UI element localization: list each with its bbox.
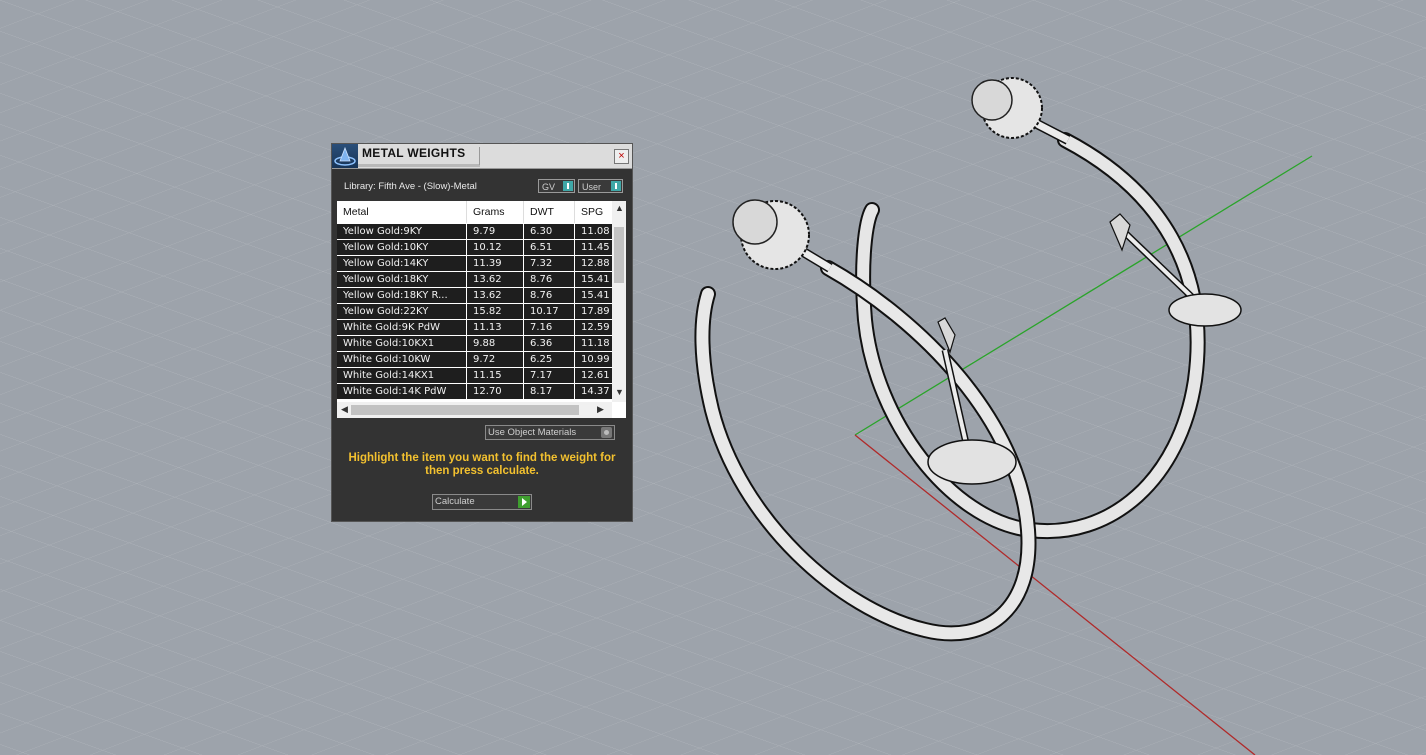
grams-cell: 13.62 [467, 272, 524, 287]
vertical-scroll-thumb[interactable] [614, 227, 624, 283]
title-separator [479, 147, 480, 165]
metal-cell: White Gold:10KW [337, 352, 467, 367]
dwt-cell: 7.16 [524, 320, 575, 335]
table-row[interactable]: Yellow Gold:9KY 9.79 6.30 11.08 [337, 224, 612, 239]
spg-cell: 11.18 [581, 338, 610, 349]
dwt-cell: 8.17 [524, 384, 575, 399]
scroll-right-arrow-icon[interactable]: ▶ [597, 404, 604, 415]
table-row[interactable]: Yellow Gold:10KY 10.12 6.51 11.45 [337, 240, 612, 255]
grams-cell: 11.13 [467, 320, 524, 335]
grams-cell: 10.12 [467, 240, 524, 255]
spg-cell: 11.08 [581, 226, 610, 237]
gv-toggle[interactable]: GV [538, 179, 575, 193]
dwt-cell: 8.76 [524, 288, 575, 303]
toggle-switch-icon [563, 181, 573, 191]
metal-cell: Yellow Gold:22KY [337, 304, 467, 319]
spg-cell: 11.45 [581, 242, 610, 253]
table-row[interactable]: White Gold:14KX1 11.15 7.17 12.61 [337, 368, 612, 383]
instruction-text: Highlight the item you want to find the … [348, 452, 616, 477]
grams-cell: 15.82 [467, 304, 524, 319]
scroll-down-arrow-icon[interactable]: ▼ [615, 387, 624, 397]
metal-cell: Yellow Gold:14KY [337, 256, 467, 271]
user-toggle-label: User [582, 182, 602, 192]
grams-cell: 13.62 [467, 288, 524, 303]
spg-cell: 14.37 [581, 386, 610, 397]
table-row[interactable]: White Gold:10KX1 9.88 6.36 11.18 [337, 336, 612, 351]
metal-cell: White Gold:14KX1 [337, 368, 467, 383]
panel-title: METAL WEIGHTS [362, 146, 466, 160]
dwt-cell: 10.17 [524, 304, 575, 319]
spg-cell: 12.59 [581, 322, 610, 333]
table-row[interactable]: Yellow Gold:18KY R... 13.62 8.76 15.41 [337, 288, 612, 303]
spg-cell: 12.61 [581, 370, 610, 381]
grams-cell: 11.15 [467, 368, 524, 383]
metal-cell: White Gold:9K PdW [337, 320, 467, 335]
column-header-metal[interactable]: Metal [337, 201, 467, 223]
grams-cell: 9.79 [467, 224, 524, 239]
library-label: Library: Fifth Ave - (Slow)-Metal [344, 181, 477, 192]
grams-cell: 9.72 [467, 352, 524, 367]
metal-cell: Yellow Gold:9KY [337, 224, 467, 239]
metal-cell: White Gold:10KX1 [337, 336, 467, 351]
metal-cell: Yellow Gold:18KY [337, 272, 467, 287]
spg-cell: 10.99 [581, 354, 610, 365]
table-body: Yellow Gold:9KY 9.79 6.30 11.08 Yellow Gold… [337, 224, 612, 400]
column-header-grams[interactable]: Grams [467, 201, 524, 223]
table-row[interactable]: White Gold:9K PdW 11.13 7.16 12.59 [337, 320, 612, 335]
gv-toggle-label: GV [542, 182, 556, 192]
column-header-spg[interactable]: SPG [575, 201, 612, 223]
title-underline [358, 164, 480, 167]
grams-cell: 9.88 [467, 336, 524, 351]
spg-cell: 17.89 [581, 306, 610, 317]
user-toggle[interactable]: User [578, 179, 623, 193]
grams-cell: 12.70 [467, 384, 524, 399]
use-object-materials-toggle[interactable]: Use Object Materials [485, 425, 615, 440]
scroll-left-arrow-icon[interactable]: ◀ [341, 404, 348, 415]
play-icon [518, 496, 530, 508]
spg-cell: 12.88 [581, 258, 610, 269]
dwt-cell: 7.32 [524, 256, 575, 271]
close-button[interactable]: × [614, 149, 629, 164]
dwt-cell: 6.30 [524, 224, 575, 239]
panel-titlebar[interactable]: METAL WEIGHTS × [332, 144, 632, 169]
3d-viewport[interactable] [0, 0, 1426, 755]
metal-cell: Yellow Gold:18KY R... [337, 288, 467, 303]
horizontal-scrollbar[interactable]: ◀ ▶ [337, 402, 612, 418]
table-header: Metal Grams DWT SPG [337, 201, 612, 223]
table-row[interactable]: Yellow Gold:18KY 13.62 8.76 15.41 [337, 272, 612, 287]
dwt-cell: 6.51 [524, 240, 575, 255]
use-object-materials-label: Use Object Materials [488, 427, 577, 438]
toggle-switch-icon [611, 181, 621, 191]
calculate-button[interactable]: Calculate [432, 494, 532, 510]
grams-cell: 11.39 [467, 256, 524, 271]
radio-icon [601, 427, 612, 438]
metal-cell: White Gold:14K PdW [337, 384, 467, 399]
metal-weights-panel: METAL WEIGHTS × Library: Fifth Ave - (Sl… [332, 144, 632, 521]
table-row[interactable]: Yellow Gold:14KY 11.39 7.32 12.88 [337, 256, 612, 271]
calculate-label: Calculate [435, 496, 475, 507]
app-logo-icon [332, 144, 358, 168]
dwt-cell: 8.76 [524, 272, 575, 287]
dwt-cell: 6.25 [524, 352, 575, 367]
horizontal-scroll-thumb[interactable] [351, 405, 579, 415]
table-row[interactable]: White Gold:10KW 9.72 6.25 10.99 [337, 352, 612, 367]
spg-cell: 15.41 [581, 290, 610, 301]
dwt-cell: 6.36 [524, 336, 575, 351]
spg-cell: 15.41 [581, 274, 610, 285]
dwt-cell: 7.17 [524, 368, 575, 383]
table-row[interactable]: Yellow Gold:22KY 15.82 10.17 17.89 [337, 304, 612, 319]
column-header-dwt[interactable]: DWT [524, 201, 575, 223]
scroll-up-arrow-icon[interactable]: ▲ [615, 203, 624, 213]
metal-table: Metal Grams DWT SPG Yellow Gold:9KY 9.79 6… [337, 201, 626, 418]
metal-cell: Yellow Gold:10KY [337, 240, 467, 255]
table-row[interactable]: White Gold:14K PdW 12.70 8.17 14.37 [337, 384, 612, 399]
vertical-scrollbar[interactable]: ▲ ▼ [612, 201, 626, 402]
